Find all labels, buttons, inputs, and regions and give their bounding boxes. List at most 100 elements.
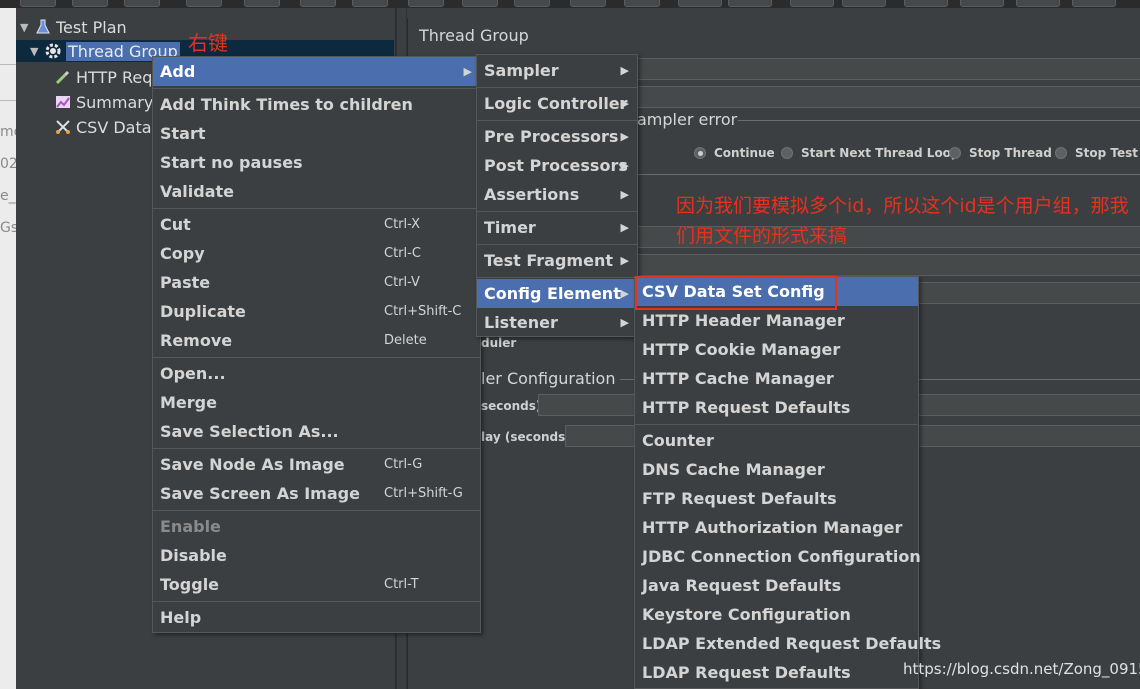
menu-item-listener[interactable]: Listener ▶	[477, 308, 637, 337]
chart-icon	[54, 93, 72, 111]
toolbar-button[interactable]	[72, 0, 108, 7]
menu-item-jdbc-connection-configuration[interactable]: JDBC Connection Configuration	[635, 542, 921, 571]
radio-dot	[781, 147, 793, 159]
toolbar-button[interactable]	[352, 0, 388, 7]
toolbar-button[interactable]	[408, 0, 444, 7]
radio-label: Stop Test	[1075, 146, 1138, 160]
menu-item-assertions[interactable]: Assertions ▶	[477, 180, 637, 209]
radio-start-next-thread-loop[interactable]: Start Next Thread Loop	[781, 146, 960, 160]
menu-item-http-authorization-manager[interactable]: HTTP Authorization Manager	[635, 513, 918, 542]
toolbar-button[interactable]	[300, 0, 336, 7]
toolbar-button[interactable]	[728, 0, 772, 7]
tree-item-label: Test Plan	[56, 17, 127, 37]
menu-item-merge[interactable]: Merge	[153, 388, 480, 417]
submenu-arrow-icon: ▶	[620, 221, 629, 234]
menu-item-dns-cache-manager[interactable]: DNS Cache Manager	[635, 455, 918, 484]
radio-dot	[949, 147, 961, 159]
dropper-icon	[54, 68, 72, 86]
radio-label: Continue	[714, 146, 775, 160]
radio-dot	[1055, 147, 1067, 159]
toolbar-button[interactable]	[514, 0, 550, 7]
menu-item-cut[interactable]: Cut Ctrl-X	[153, 210, 480, 239]
toolbar-button[interactable]	[678, 0, 722, 7]
toolbar-button[interactable]	[124, 0, 160, 7]
tree-item-http-request[interactable]: HTTP Requ	[52, 66, 163, 88]
submenu-arrow-icon: ▶	[620, 188, 629, 201]
submenu-arrow-icon: ▶	[620, 130, 629, 143]
menu-item-toggle[interactable]: Toggle Ctrl-T	[153, 570, 480, 599]
toolbar-button[interactable]	[244, 0, 280, 7]
submenu-arrow-icon: ▶	[620, 159, 629, 172]
radio-continue[interactable]: Continue	[694, 146, 775, 160]
config-element-submenu: CSV Data Set Config HTTP Header Manager …	[634, 276, 941, 689]
expand-toggle-icon[interactable]: ▼	[20, 21, 32, 34]
menu-item-logic-controller[interactable]: Logic Controller ▶	[477, 89, 637, 118]
menu-item-post-processors[interactable]: Post Processors ▶	[477, 151, 637, 180]
annotation-note: 因为我们要模拟多个id，所以这个id是个用户组，那我们用文件的形式来搞	[676, 195, 1129, 247]
tree-item-label: HTTP Requ	[76, 67, 163, 87]
menu-item-keystore-configuration[interactable]: Keystore Configuration	[635, 600, 918, 629]
menu-item-pre-processors[interactable]: Pre Processors ▶	[477, 122, 637, 151]
toolbar-button[interactable]	[904, 0, 948, 7]
menu-item-http-request-defaults[interactable]: HTTP Request Defaults	[635, 393, 918, 422]
menu-item-copy[interactable]: Copy Ctrl-C	[153, 239, 480, 268]
annotation-right-click: 右键	[188, 31, 228, 55]
menu-item-start-no-pauses[interactable]: Start no pauses	[153, 148, 480, 177]
toolbar-button[interactable]	[186, 0, 222, 7]
radio-label: Stop Thread	[969, 146, 1052, 160]
menu-item-test-fragment[interactable]: Test Fragment ▶	[477, 246, 637, 275]
add-submenu: Sampler ▶ Logic Controller ▶ Pre Processor…	[476, 54, 638, 337]
menu-item-save-screen-as-image[interactable]: Save Screen As Image Ctrl+Shift-G	[153, 479, 480, 508]
menu-item-counter[interactable]: Counter	[635, 426, 918, 455]
menu-item-config-element[interactable]: Config Element ▶	[477, 279, 637, 308]
watermark: https://blog.csdn.net/Zong_0915	[903, 660, 1140, 678]
tree-item-test-plan[interactable]: ▼ Test Plan	[20, 16, 127, 38]
submenu-arrow-icon: ▶	[620, 254, 629, 267]
toolbar-button[interactable]	[20, 0, 56, 7]
toolbar-button[interactable]	[842, 0, 886, 7]
radio-stop-thread[interactable]: Stop Thread	[949, 146, 1052, 160]
menu-item-open[interactable]: Open...	[153, 359, 480, 388]
menu-item-http-header-manager[interactable]: HTTP Header Manager	[635, 306, 918, 335]
menu-item-http-cache-manager[interactable]: HTTP Cache Manager	[635, 364, 918, 393]
toolbar-button[interactable]	[790, 0, 834, 7]
annotation-highlight-box	[635, 276, 837, 310]
tree-item-csv-data[interactable]: CSV Data	[52, 116, 152, 138]
menu-item-timer[interactable]: Timer ▶	[477, 213, 637, 242]
group-border	[636, 174, 1140, 175]
menu-item-add[interactable]: Add ▶	[153, 57, 480, 86]
radio-stop-test[interactable]: Stop Test	[1055, 146, 1138, 160]
menu-item-remove[interactable]: Remove Delete	[153, 326, 480, 355]
duration-label: seconds)	[481, 399, 542, 413]
menu-item-disable[interactable]: Disable	[153, 541, 480, 570]
name-field[interactable]	[636, 58, 1140, 80]
menu-item-http-cookie-manager[interactable]: HTTP Cookie Manager	[635, 335, 918, 364]
menu-item-ldap-extended-request-defaults[interactable]: LDAP Extended Request Defaults	[635, 629, 941, 658]
menu-item-ldap-request-defaults[interactable]: LDAP Request Defaults	[635, 658, 918, 687]
strip-text: mc	[0, 124, 16, 140]
toolbar-button[interactable]	[624, 0, 660, 7]
menu-item-save-selection-as[interactable]: Save Selection As...	[153, 417, 480, 446]
toolbar-button[interactable]	[1016, 0, 1060, 7]
toolbar-button[interactable]	[1072, 0, 1116, 7]
submenu-arrow-icon: ▶	[463, 65, 472, 78]
toolbar-button[interactable]	[570, 0, 606, 7]
menu-item-duplicate[interactable]: Duplicate Ctrl+Shift-C	[153, 297, 480, 326]
editor-title: Thread Group	[419, 26, 529, 45]
menu-item-paste[interactable]: Paste Ctrl-V	[153, 268, 480, 297]
menu-item-save-node-as-image[interactable]: Save Node As Image Ctrl-G	[153, 450, 480, 479]
ramp-up-field[interactable]	[636, 254, 1140, 276]
menu-item-ftp-request-defaults[interactable]: FTP Request Defaults	[635, 484, 918, 513]
expand-toggle-icon[interactable]: ▼	[30, 45, 42, 58]
scheduler-checkbox-label: duler	[481, 336, 517, 350]
menu-item-start[interactable]: Start	[153, 119, 480, 148]
toolbar-button[interactable]	[462, 0, 498, 7]
menu-item-enable: Enable	[160, 517, 221, 536]
menu-item-validate[interactable]: Validate	[153, 177, 480, 206]
menu-item-sampler[interactable]: Sampler ▶	[477, 56, 637, 85]
menu-item-java-request-defaults[interactable]: Java Request Defaults	[635, 571, 918, 600]
toolbar-button[interactable]	[960, 0, 1004, 7]
menu-item-help[interactable]: Help	[153, 603, 480, 632]
menu-item-add-think-times[interactable]: Add Think Times to children	[153, 90, 480, 119]
comments-field[interactable]	[636, 86, 1140, 108]
